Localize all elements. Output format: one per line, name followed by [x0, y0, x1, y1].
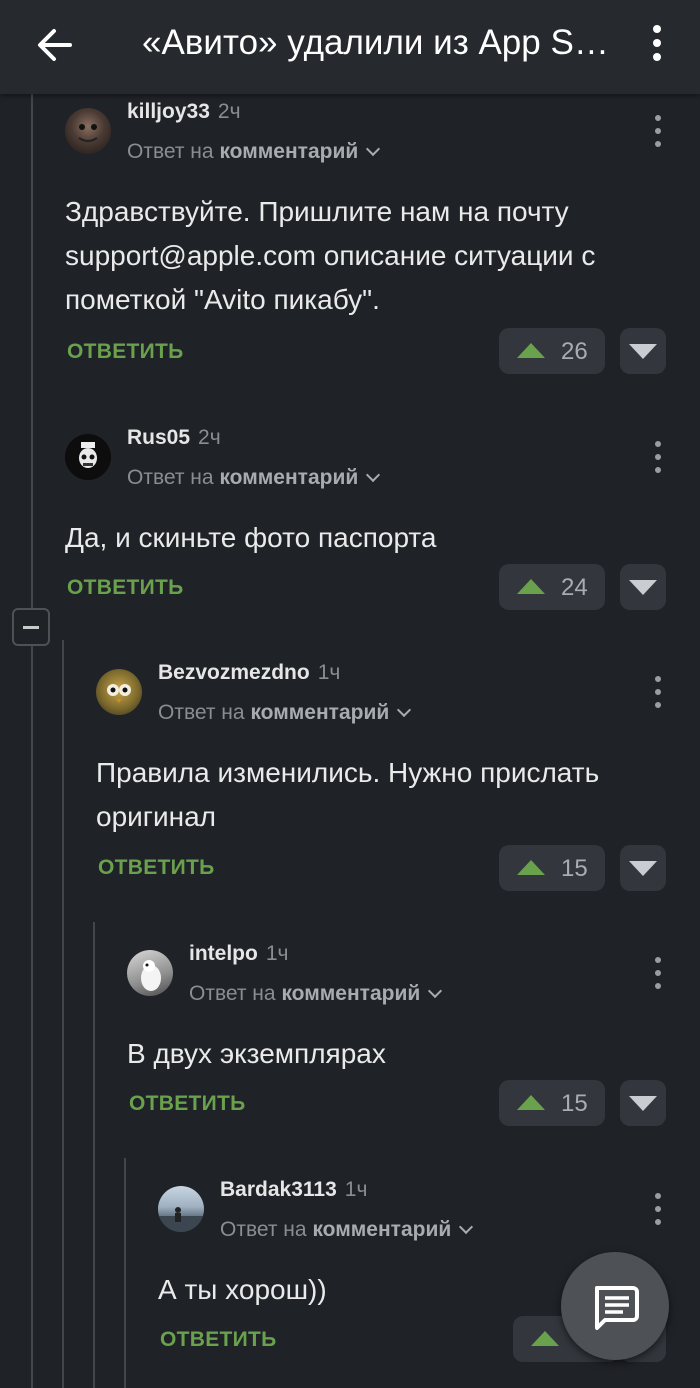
vote-count: 26 — [561, 338, 588, 365]
triangle-down-icon — [629, 1096, 657, 1111]
reply-to-link[interactable]: Ответ на комментарий — [158, 701, 412, 725]
reply-button[interactable]: ОТВЕТИТЬ — [67, 340, 184, 364]
downvote-button[interactable] — [620, 564, 666, 610]
comment-text: Здравствуйте. Пришлите нам на почту supp… — [65, 196, 596, 315]
comment-text: В двух экземплярах — [127, 1038, 386, 1069]
more-vertical-icon[interactable] — [636, 18, 680, 68]
comment-time: 2ч — [217, 100, 241, 123]
thread-line — [124, 1158, 126, 1388]
reply-to-link[interactable]: Ответ на комментарий — [189, 982, 443, 1006]
more-vertical-icon[interactable] — [647, 1191, 671, 1231]
downvote-button[interactable] — [620, 1080, 666, 1126]
chevron-down-icon — [459, 1219, 474, 1235]
comment-author[interactable]: intelpo 1ч — [189, 942, 288, 966]
comment-author[interactable]: Bezvozmezdno 1ч — [158, 661, 340, 685]
more-vertical-icon[interactable] — [647, 674, 671, 714]
thread-line — [93, 922, 95, 1388]
upvote-button[interactable]: 24 — [499, 564, 605, 610]
avatar[interactable] — [96, 669, 142, 715]
upvote-button[interactable]: 26 — [499, 328, 605, 374]
comment-text: Да, и скиньте фото паспорта — [65, 522, 437, 553]
thread-line — [62, 640, 64, 1388]
triangle-down-icon — [629, 344, 657, 359]
comment-item: Rus05 2ч Ответ на комментарий Да, и скинь… — [65, 426, 700, 616]
comment-item: killjoy33 2ч Ответ на комментарий Здравст… — [65, 100, 700, 400]
comment-fab-button[interactable] — [561, 1252, 669, 1360]
chevron-down-icon — [397, 702, 412, 718]
vote-count: 15 — [561, 1090, 588, 1117]
reply-button[interactable]: ОТВЕТИТЬ — [129, 1092, 246, 1116]
triangle-up-icon — [517, 1095, 545, 1110]
comment-time: 2ч — [198, 426, 221, 449]
back-arrow-icon[interactable] — [30, 20, 80, 70]
triangle-up-icon — [517, 343, 545, 358]
comment-author[interactable]: killjoy33 2ч — [127, 100, 241, 124]
comment-time: 1ч — [265, 942, 289, 965]
upvote-button[interactable]: 15 — [499, 845, 605, 891]
reply-button[interactable]: ОТВЕТИТЬ — [160, 1328, 277, 1352]
upvote-button[interactable]: 15 — [499, 1080, 605, 1126]
chevron-down-icon — [366, 141, 381, 157]
avatar[interactable] — [65, 434, 111, 480]
triangle-down-icon — [629, 580, 657, 595]
comment-text: А ты хорош)) — [158, 1274, 327, 1305]
more-vertical-icon[interactable] — [647, 439, 671, 479]
reply-to-link[interactable]: Ответ на комментарий — [127, 140, 381, 164]
comment-item: Bezvozmezdno 1ч Ответ на комментарий Прав… — [96, 661, 700, 901]
comment-author[interactable]: Rus05 2ч — [127, 426, 221, 450]
avatar[interactable] — [127, 950, 173, 996]
downvote-button[interactable] — [620, 328, 666, 374]
comment-time: 1ч — [344, 1178, 368, 1201]
vote-count: 15 — [561, 855, 588, 882]
triangle-up-icon — [517, 579, 545, 594]
collapse-thread-button[interactable] — [12, 608, 50, 646]
comment-icon — [595, 1286, 639, 1330]
reply-button[interactable]: ОТВЕТИТЬ — [67, 576, 184, 600]
comment-time: 1ч — [317, 661, 341, 684]
chevron-down-icon — [428, 983, 443, 999]
comment-author[interactable]: Bardak3113 1ч — [220, 1178, 367, 1202]
vote-count: 24 — [561, 574, 588, 601]
comment-item: intelpo 1ч Ответ на комментарий В двух эк… — [127, 942, 700, 1132]
reply-button[interactable]: ОТВЕТИТЬ — [98, 856, 215, 880]
triangle-up-icon — [531, 1331, 559, 1346]
more-vertical-icon[interactable] — [647, 955, 671, 995]
app-bar: «Авито» удалили из App Store — [0, 0, 700, 94]
avatar[interactable] — [65, 108, 111, 154]
page-title: «Авито» удалили из App Store — [142, 23, 612, 62]
triangle-up-icon — [517, 860, 545, 875]
thread-line — [31, 646, 33, 1388]
thread-line — [31, 94, 33, 608]
comment-text: Правила изменились. Нужно прислать ориги… — [96, 757, 600, 832]
avatar[interactable] — [158, 1186, 204, 1232]
downvote-button[interactable] — [620, 845, 666, 891]
chevron-down-icon — [366, 467, 381, 483]
reply-to-link[interactable]: Ответ на комментарий — [220, 1218, 474, 1242]
triangle-down-icon — [629, 861, 657, 876]
reply-to-link[interactable]: Ответ на комментарий — [127, 466, 381, 490]
more-vertical-icon[interactable] — [647, 113, 671, 153]
